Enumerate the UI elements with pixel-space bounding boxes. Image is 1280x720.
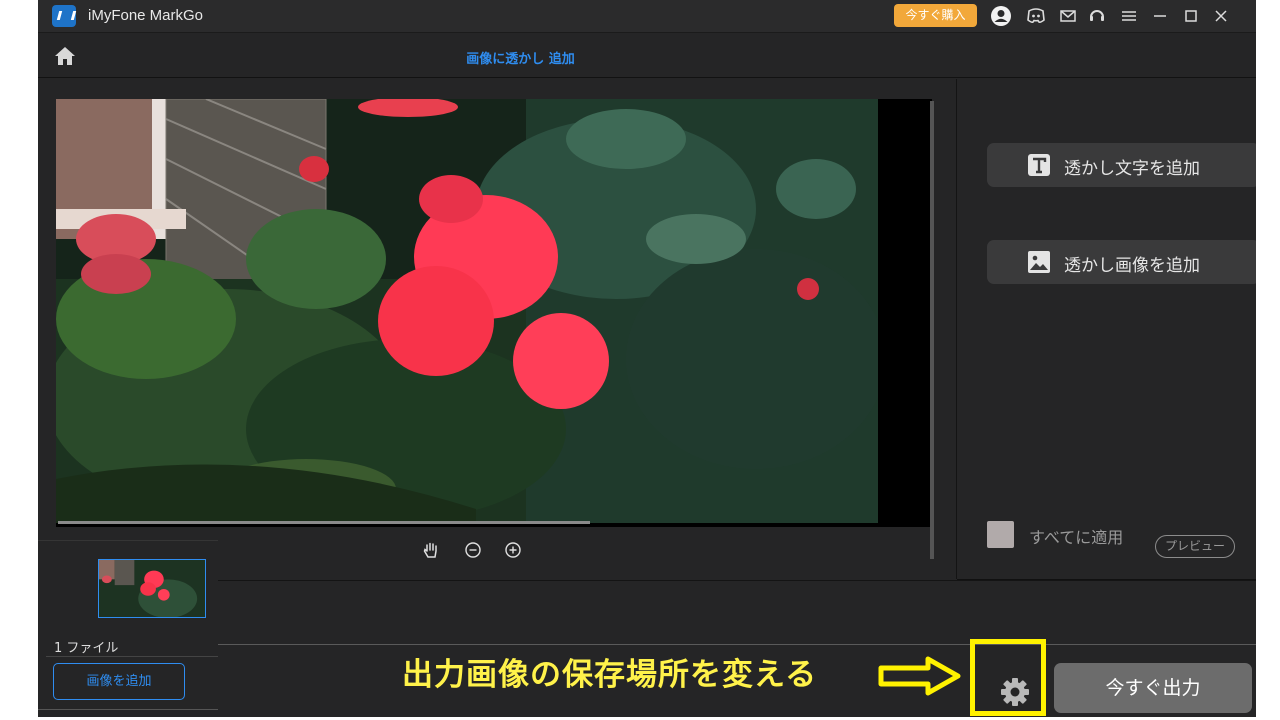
export-now-button[interactable]: 今すぐ出力 — [1054, 663, 1252, 713]
canvas-area — [38, 79, 956, 579]
buy-now-button[interactable]: 今すぐ購入 — [894, 4, 977, 27]
vertical-scrollbar[interactable] — [930, 101, 934, 559]
add-image-button[interactable]: 画像を追加 — [53, 663, 185, 700]
file-strip: 1 ファイル 画像を追加 — [38, 540, 218, 717]
image-preview[interactable] — [56, 99, 932, 527]
app-title: iMyFone MarkGo — [88, 7, 204, 24]
mail-icon[interactable] — [1057, 5, 1079, 27]
discord-icon[interactable] — [1025, 5, 1047, 27]
image-thumbnail[interactable] — [98, 559, 206, 618]
picture-icon — [1027, 250, 1051, 274]
apply-all-checkbox[interactable] — [987, 521, 1014, 548]
menu-icon[interactable] — [1118, 5, 1140, 27]
hand-pan-icon[interactable] — [420, 539, 442, 561]
add-image-watermark-button[interactable]: 透かし画像を追加 — [987, 240, 1256, 284]
add-image-watermark-label: 透かし画像を追加 — [1064, 256, 1200, 276]
support-icon[interactable] — [1086, 5, 1108, 27]
gear-icon[interactable] — [998, 675, 1032, 709]
preview-button[interactable]: プレビュー — [1155, 535, 1235, 558]
zoom-out-icon[interactable] — [462, 539, 484, 561]
nav-bar: 画像に透かし 追加 — [38, 34, 1256, 78]
apply-all-label: すべてに適用 — [1029, 528, 1124, 547]
zoom-in-icon[interactable] — [502, 539, 524, 561]
title-bar: iMyFone MarkGo 今すぐ購入 — [38, 0, 1256, 33]
page-title: 画像に透かし 追加 — [466, 52, 575, 67]
minimize-icon[interactable] — [1149, 5, 1171, 27]
bottom-action-bar: 出力画像の保存場所を変える 今すぐ出力 — [218, 580, 1256, 717]
maximize-icon[interactable] — [1180, 5, 1202, 27]
annotation-caption: 出力画像の保存場所を変える — [402, 657, 818, 693]
horizontal-scrollbar[interactable] — [58, 521, 590, 524]
add-text-watermark-label: 透かし文字を追加 — [1064, 159, 1200, 179]
strip-bottom-divider — [38, 709, 218, 710]
text-t-icon — [1027, 153, 1051, 177]
close-icon[interactable] — [1210, 5, 1232, 27]
preview-photo — [56, 99, 878, 523]
annotation-arrow-icon — [878, 655, 962, 697]
add-text-watermark-button[interactable]: 透かし文字を追加 — [987, 143, 1256, 187]
right-panel: 透かし文字を追加 透かし画像を追加 すべてに適用 プレビュー — [956, 79, 1256, 580]
strip-divider — [46, 656, 218, 657]
app-logo-icon — [52, 5, 76, 27]
app-window: iMyFone MarkGo 今すぐ購入 画像に透かし 追加 1 ファイル 画像… — [38, 0, 1256, 717]
bottom-divider — [218, 644, 1256, 645]
account-icon[interactable] — [990, 5, 1012, 27]
file-count: 1 ファイル — [54, 641, 119, 656]
